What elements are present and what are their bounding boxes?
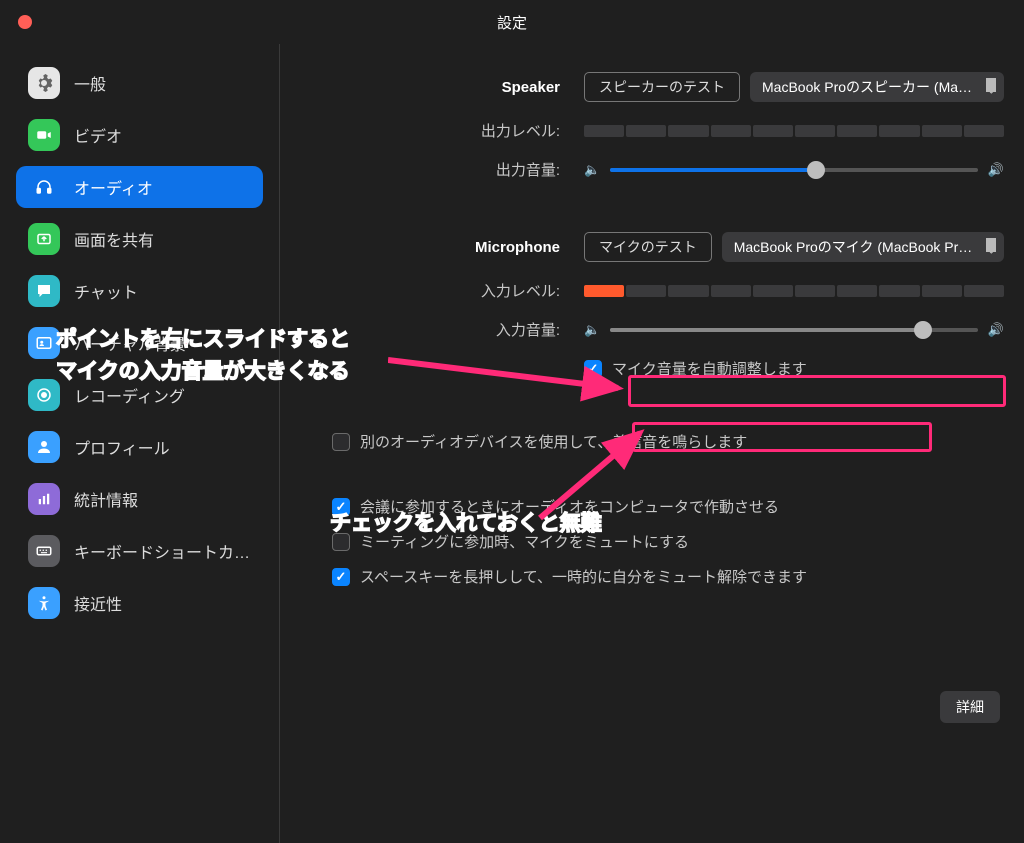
sidebar-item-3[interactable]: 画面を共有	[16, 218, 263, 260]
audio-settings-pane: Speaker スピーカーのテスト MacBook Proのスピーカー (Mac…	[280, 44, 1024, 843]
output-level-meter	[584, 125, 1004, 137]
headphones-icon	[28, 171, 60, 203]
microphone-device-select[interactable]: MacBook Proのマイク (MacBook Proのマ… ⌃⌄	[722, 232, 1004, 262]
space-unmute-label: スペースキーを長押しして、一時的に自分をミュート解除できます	[360, 566, 807, 587]
sidebar-item-label: 接近性	[74, 591, 122, 615]
sidebar-item-1[interactable]: ビデオ	[16, 114, 263, 156]
sidebar-item-label: オーディオ	[74, 175, 153, 199]
test-speaker-button[interactable]: スピーカーのテスト	[584, 72, 740, 102]
output-volume-slider[interactable]	[610, 168, 978, 172]
output-volume-label: 出力音量:	[304, 159, 584, 180]
chevron-updown-icon: ⌃⌄	[987, 80, 996, 93]
speaker-device-select[interactable]: MacBook Proのスピーカー (MacBook Pro… ⌃⌄	[750, 72, 1004, 102]
join-audio-row: 会議に参加するときにオーディオをコンピュータで作動させる	[332, 496, 1004, 517]
sidebar-item-label: プロフィール	[74, 435, 170, 459]
sidebar-item-label: ビデオ	[74, 123, 122, 147]
slider-thumb[interactable]	[807, 161, 825, 179]
sidebar-item-label: チャット	[74, 279, 138, 303]
chevron-updown-icon: ⌃⌄	[987, 240, 996, 253]
join-audio-label: 会議に参加するときにオーディオをコンピュータで作動させる	[360, 496, 779, 517]
person-icon	[28, 431, 60, 463]
input-volume-label: 入力音量:	[304, 319, 584, 340]
traffic-lights	[18, 15, 32, 29]
volume-high-icon: 🔊	[988, 162, 1004, 178]
input-volume-slider[interactable]	[610, 328, 978, 332]
record-icon	[28, 379, 60, 411]
speaker-device-value: MacBook Proのスピーカー (MacBook Pro…	[762, 79, 1004, 95]
keyboard-icon	[28, 535, 60, 567]
titlebar: 設定	[0, 0, 1024, 44]
volume-low-icon: 🔈	[584, 162, 600, 178]
chat-icon	[28, 275, 60, 307]
input-level-label: 入力レベル:	[304, 280, 584, 301]
settings-sidebar: 一般ビデオオーディオ画面を共有チャットバーチャル背景レコーディングプロフィール統…	[0, 44, 280, 843]
sidebar-item-label: 統計情報	[74, 487, 138, 511]
space-unmute-checkbox[interactable]	[332, 568, 350, 586]
sidebar-item-label: レコーディング	[74, 383, 185, 407]
sidebar-item-label: キーボードショートカ…	[74, 539, 250, 563]
sidebar-item-4[interactable]: チャット	[16, 270, 263, 312]
output-level-label: 出力レベル:	[304, 120, 584, 141]
sidebar-item-label: 一般	[74, 71, 106, 95]
sidebar-item-5[interactable]: バーチャル背景	[16, 322, 263, 364]
microphone-device-value: MacBook Proのマイク (MacBook Proのマ…	[734, 239, 1004, 255]
sidebar-item-label: バーチャル背景	[74, 331, 186, 355]
separate-ringtone-label: 別のオーディオデバイスを使用して、着信音を鳴らします	[360, 431, 747, 452]
test-microphone-button[interactable]: マイクのテスト	[584, 232, 712, 262]
input-level-meter	[584, 285, 1004, 297]
join-audio-checkbox[interactable]	[332, 498, 350, 516]
stats-icon	[28, 483, 60, 515]
sidebar-item-10[interactable]: 接近性	[16, 582, 263, 624]
gear-icon	[28, 67, 60, 99]
volume-low-icon: 🔈	[584, 322, 600, 338]
accessibility-icon	[28, 587, 60, 619]
video-icon	[28, 119, 60, 151]
mute-on-join-row: ミーティングに参加時、マイクをミュートにする	[332, 531, 1004, 552]
speaker-heading: Speaker	[304, 79, 584, 96]
window-title: 設定	[0, 12, 1024, 33]
separate-ringtone-row: 別のオーディオデバイスを使用して、着信音を鳴らします	[332, 431, 1004, 452]
space-unmute-row: スペースキーを長押しして、一時的に自分をミュート解除できます	[332, 566, 1004, 587]
sidebar-item-2[interactable]: オーディオ	[16, 166, 263, 208]
volume-high-icon: 🔊	[988, 322, 1004, 338]
slider-thumb[interactable]	[914, 321, 932, 339]
close-window-button[interactable]	[18, 15, 32, 29]
mute-on-join-checkbox[interactable]	[332, 533, 350, 551]
sidebar-item-label: 画面を共有	[74, 227, 154, 251]
separate-ringtone-checkbox[interactable]	[332, 433, 350, 451]
share-icon	[28, 223, 60, 255]
microphone-heading: Microphone	[304, 239, 584, 256]
advanced-button[interactable]: 詳細	[940, 691, 1000, 723]
sidebar-item-7[interactable]: プロフィール	[16, 426, 263, 468]
contact-icon	[28, 327, 60, 359]
sidebar-item-8[interactable]: 統計情報	[16, 478, 263, 520]
sidebar-item-6[interactable]: レコーディング	[16, 374, 263, 416]
sidebar-item-0[interactable]: 一般	[16, 62, 263, 104]
auto-adjust-mic-checkbox[interactable]	[584, 360, 602, 378]
sidebar-item-9[interactable]: キーボードショートカ…	[16, 530, 263, 572]
mute-on-join-label: ミーティングに参加時、マイクをミュートにする	[360, 531, 689, 552]
auto-adjust-mic-label: マイク音量を自動調整します	[612, 358, 807, 379]
